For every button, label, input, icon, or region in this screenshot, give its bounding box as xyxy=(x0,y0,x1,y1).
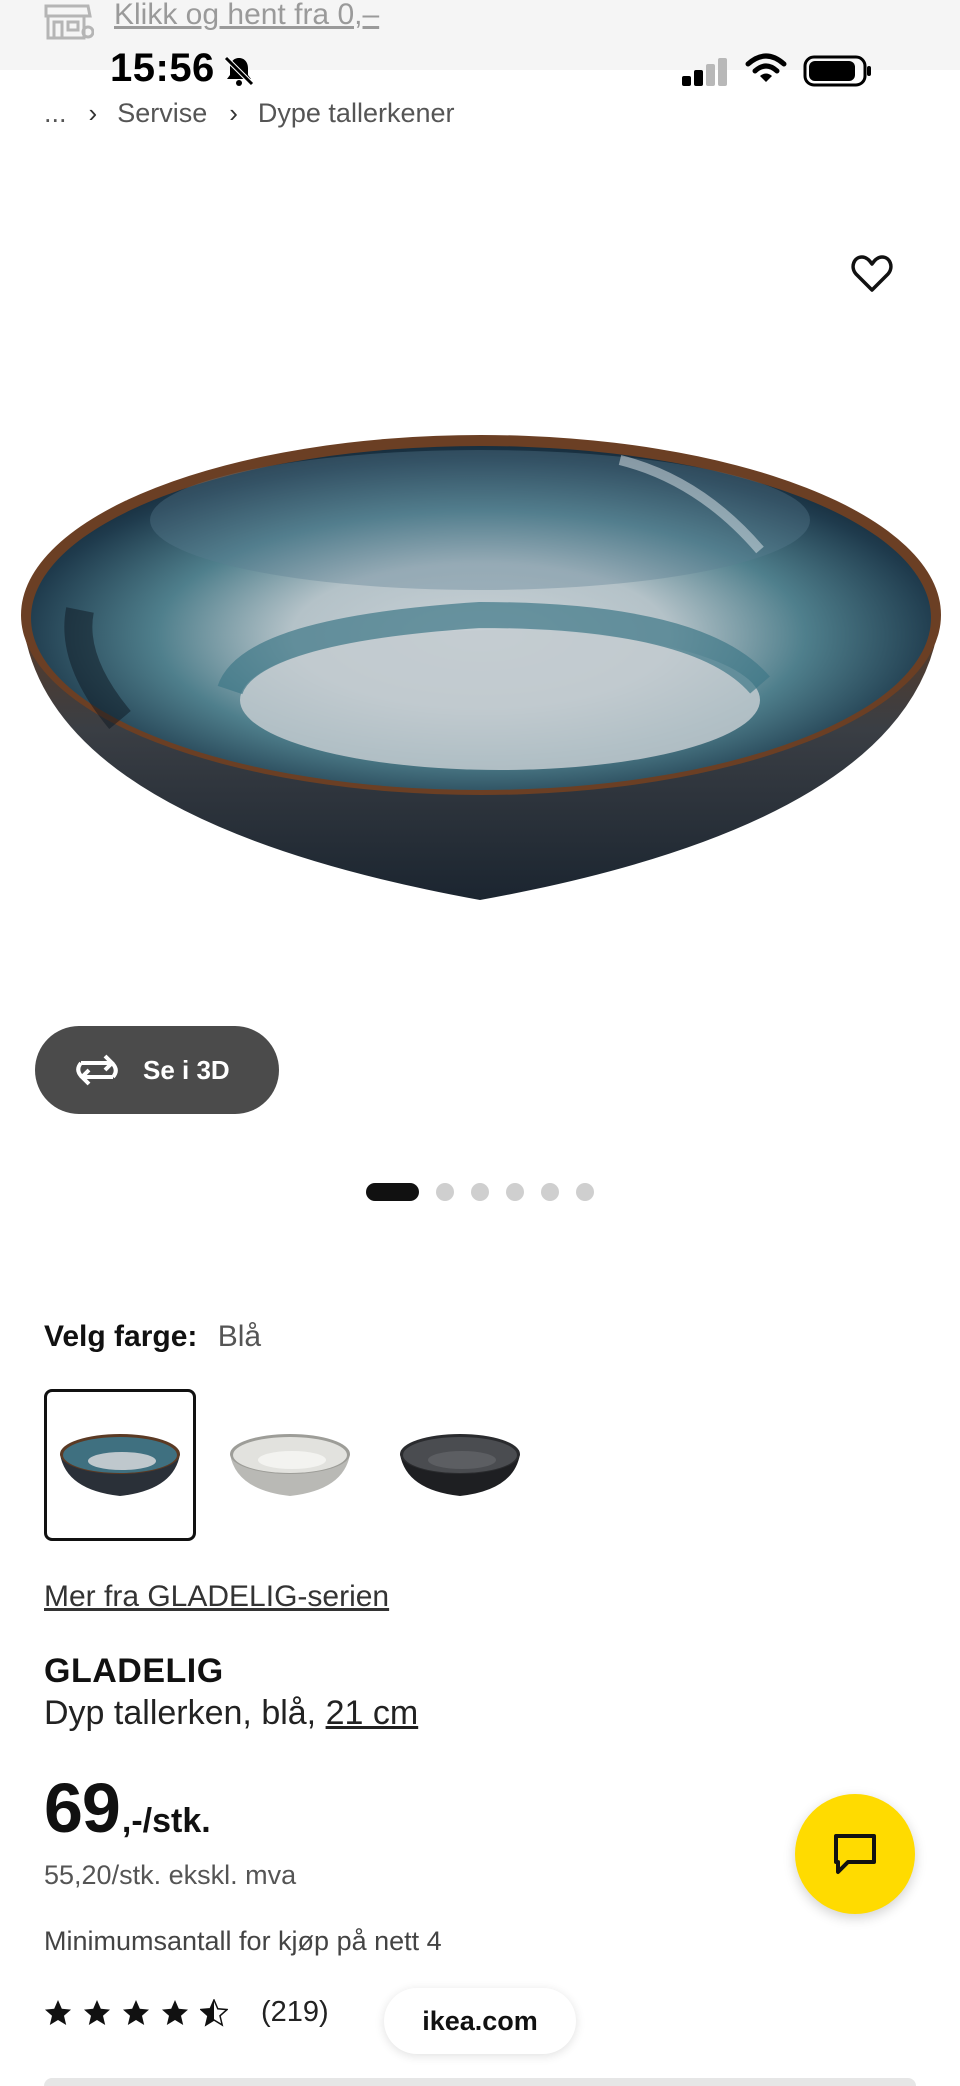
color-swatch-grey[interactable] xyxy=(214,1389,366,1541)
price-ex-vat: 55,20/stk. ekskl. mva xyxy=(44,1860,297,1890)
status-time: 15:56 xyxy=(110,46,215,90)
site-url-pill[interactable]: ikea.com xyxy=(384,1988,576,2054)
star-filled-icon xyxy=(45,1999,71,2025)
rating[interactable]: (219) xyxy=(44,1996,329,2029)
swatch-black-bowl-image xyxy=(400,1434,520,1496)
product-size-link[interactable]: 21 cm xyxy=(326,1694,419,1732)
carousel-dot[interactable] xyxy=(541,1183,559,1201)
swatch-grey-bowl-image xyxy=(230,1434,350,1496)
color-label: Velg farge: xyxy=(44,1320,198,1353)
chevron-right-icon: › xyxy=(229,98,238,128)
carousel-dot[interactable] xyxy=(576,1183,594,1201)
pickup-banner-text[interactable]: Klikk og hent fra 0,– xyxy=(114,0,379,32)
chat-icon xyxy=(834,1834,876,1874)
heart-outline-icon xyxy=(851,255,893,292)
product-image[interactable] xyxy=(0,400,960,960)
color-selector-label: Velg farge: Blå xyxy=(44,1320,261,1354)
store-icon xyxy=(44,4,94,40)
breadcrumb-item-dype-tallerkener[interactable]: Dype tallerkener xyxy=(258,98,455,129)
product-price: 69 ,-/stk. xyxy=(44,1768,211,1848)
price-suffix: ,-/stk. xyxy=(121,1802,211,1840)
star-filled-icon xyxy=(84,1999,110,2025)
breadcrumb-item-servise[interactable]: Servise xyxy=(117,98,207,129)
carousel-dot[interactable] xyxy=(436,1183,454,1201)
rating-count: (219) xyxy=(261,1996,329,2028)
series-link[interactable]: Mer fra GLADELIG-serien xyxy=(44,1580,389,1614)
product-name: GLADELIG xyxy=(44,1652,224,1690)
bell-slash-icon xyxy=(224,56,254,86)
star-filled-icon xyxy=(123,1999,149,2025)
swatch-blue-bowl-image xyxy=(60,1434,180,1496)
color-swatches xyxy=(44,1389,554,1541)
battery-icon xyxy=(803,55,871,87)
product-description-text: Dyp tallerken, blå, xyxy=(44,1694,326,1732)
color-swatch-black[interactable] xyxy=(384,1389,536,1541)
minimum-quantity: Minimumsantall for kjøp på nett 4 xyxy=(44,1926,442,1956)
carousel-dot[interactable] xyxy=(471,1183,489,1201)
breadcrumb: ... › Servise › Dype tallerkener xyxy=(44,98,454,129)
breadcrumb-ellipsis[interactable]: ... xyxy=(44,98,67,129)
view-3d-label: Se i 3D xyxy=(143,1054,230,1085)
color-value: Blå xyxy=(217,1320,262,1353)
carousel-dot[interactable] xyxy=(506,1183,524,1201)
signal-icon xyxy=(682,58,727,86)
carousel-dot-active[interactable] xyxy=(366,1183,419,1201)
rotate-3d-icon xyxy=(76,1054,118,1086)
bottom-panel-edge xyxy=(44,2078,916,2086)
color-swatch-blue[interactable] xyxy=(44,1389,196,1541)
chevron-right-icon: › xyxy=(88,98,98,128)
star-half-icon xyxy=(200,1998,228,2027)
star-filled-icon xyxy=(162,1999,188,2025)
price-main: 69 xyxy=(44,1769,121,1847)
chat-button[interactable] xyxy=(795,1794,915,1914)
wifi-icon xyxy=(745,53,787,82)
view-3d-button[interactable]: Se i 3D xyxy=(35,1026,279,1114)
carousel-indicator xyxy=(366,1183,594,1201)
product-description: Dyp tallerken, blå, 21 cm xyxy=(44,1694,418,1733)
favorite-button[interactable] xyxy=(846,248,898,300)
